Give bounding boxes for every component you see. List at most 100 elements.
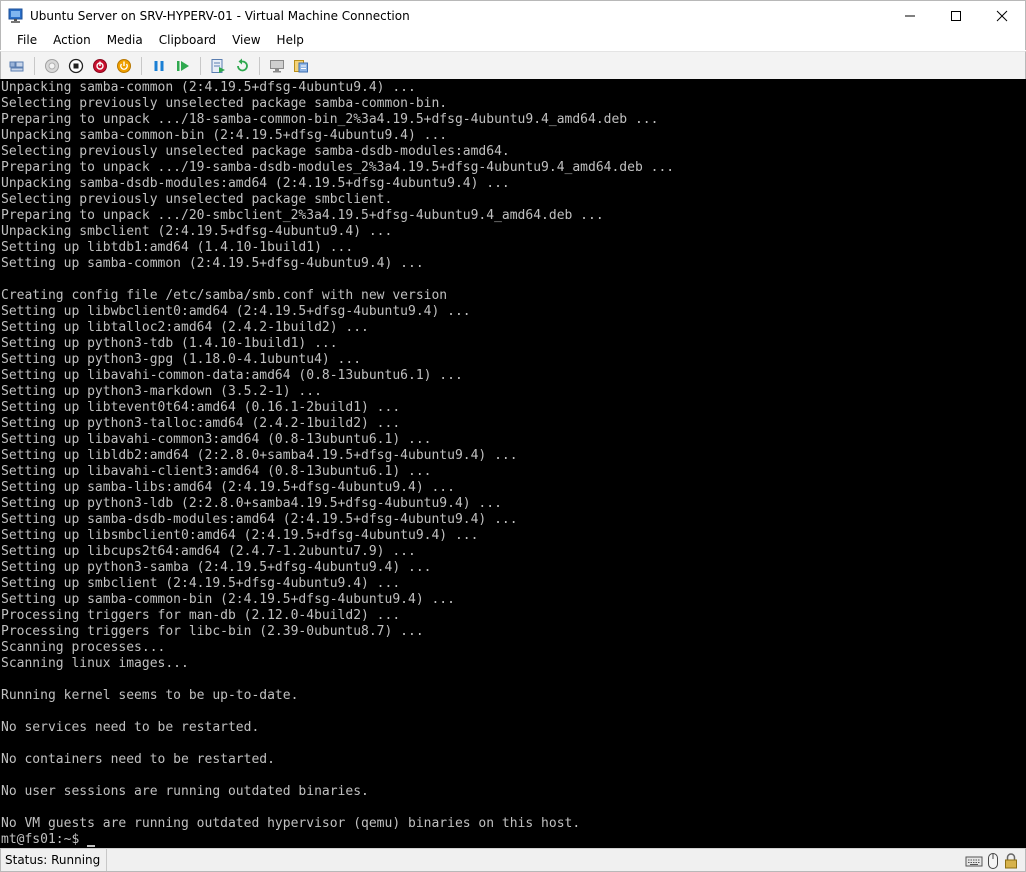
terminal-line: No VM guests are running outdated hyperv… <box>1 816 581 831</box>
terminal-line: Setting up python3-tdb (1.4.10-1build1) … <box>1 336 338 351</box>
enhanced-session-button[interactable] <box>267 56 287 76</box>
terminal-line: Preparing to unpack .../20-smbclient_2%3… <box>1 208 604 223</box>
menu-help[interactable]: Help <box>269 30 312 50</box>
terminal-line: Setting up smbclient (2:4.19.5+dfsg-4ubu… <box>1 576 401 591</box>
terminal-line: Unpacking samba-common (2:4.19.5+dfsg-4u… <box>1 80 416 95</box>
terminal-line: Selecting previously unselected package … <box>1 96 448 111</box>
menu-media[interactable]: Media <box>99 30 151 50</box>
shutdown-button[interactable] <box>90 56 110 76</box>
terminal-line: Scanning linux images... <box>1 656 189 671</box>
toolbar <box>0 51 1026 79</box>
mouse-icon <box>987 852 999 870</box>
checkpoint-button[interactable] <box>208 56 228 76</box>
text-cursor <box>87 845 96 847</box>
terminal-line: Setting up python3-samba (2:4.19.5+dfsg-… <box>1 560 432 575</box>
menu-action[interactable]: Action <box>45 30 99 50</box>
resume-icon <box>177 60 189 71</box>
terminal-line: Preparing to unpack .../18-samba-common-… <box>1 112 659 127</box>
turn-off-button[interactable] <box>66 56 86 76</box>
terminal-line: Setting up libavahi-common3:amd64 (0.8-1… <box>1 432 432 447</box>
terminal-line: No containers need to be restarted. <box>1 752 275 767</box>
minimize-button[interactable] <box>887 1 933 31</box>
revert-icon <box>237 58 248 71</box>
terminal-line: Setting up libtdb1:amd64 (1.4.10-1build1… <box>1 240 354 255</box>
terminal-line: Creating config file /etc/samba/smb.conf… <box>1 288 448 303</box>
terminal-line: Setting up libavahi-client3:amd64 (0.8-1… <box>1 464 432 479</box>
resume-button[interactable] <box>173 56 193 76</box>
terminal-line: Setting up libavahi-common-data:amd64 (0… <box>1 368 463 383</box>
minimize-icon <box>905 15 915 17</box>
enhanced-session-icon <box>270 59 284 72</box>
terminal-line: Setting up python3-ldb (2:2.8.0+samba4.1… <box>1 496 502 511</box>
close-icon <box>996 10 1008 22</box>
shutdown-icon <box>93 58 107 73</box>
window-controls <box>887 1 1025 31</box>
turn-off-icon <box>68 58 84 73</box>
ctrl-alt-del-icon <box>9 61 24 71</box>
terminal-line: Setting up python3-gpg (1.18.0-4.1ubuntu… <box>1 352 362 367</box>
terminal-line: No services need to be restarted. <box>1 720 260 735</box>
power-button[interactable] <box>114 56 134 76</box>
vm-connection-icon <box>8 8 24 24</box>
terminal-line: Setting up libldb2:amd64 (2:2.8.0+samba4… <box>1 448 518 463</box>
menu-clipboard[interactable]: Clipboard <box>151 30 224 50</box>
keyboard-icon <box>965 854 983 868</box>
pause-button[interactable] <box>149 56 169 76</box>
terminal-line: Processing triggers for man-db (2.12.0-4… <box>1 608 401 623</box>
window-title: Ubuntu Server on SRV-HYPERV-01 - Virtual… <box>30 8 410 23</box>
terminal-line: Setting up libwbclient0:amd64 (2:4.19.5+… <box>1 304 471 319</box>
terminal-line: Selecting previously unselected package … <box>1 144 510 159</box>
power-icon <box>117 58 131 73</box>
vm-console[interactable]: Unpacking samba-common (2:4.19.5+dfsg-4u… <box>0 79 1026 848</box>
terminal-line: Setting up libcups2t64:amd64 (2.4.7-1.2u… <box>1 544 416 559</box>
terminal-line: Setting up samba-libs:amd64 (2:4.19.5+df… <box>1 480 455 495</box>
terminal-line: Unpacking smbclient (2:4.19.5+dfsg-4ubun… <box>1 224 393 239</box>
terminal-line: Setting up python3-talloc:amd64 (2.4.2-1… <box>1 416 401 431</box>
menu-file[interactable]: File <box>9 30 45 50</box>
pause-icon <box>154 60 164 71</box>
share-icon <box>294 59 308 72</box>
checkpoint-icon <box>211 58 225 73</box>
status-text: Status: Running <box>1 849 108 871</box>
toolbar-separator <box>141 56 142 75</box>
terminal-line: Setting up samba-common-bin (2:4.19.5+df… <box>1 592 455 607</box>
start-button[interactable] <box>42 56 62 76</box>
maximize-icon <box>951 11 961 21</box>
terminal-line: Unpacking samba-dsdb-modules:amd64 (2:4.… <box>1 176 510 191</box>
status-bar: Status: Running <box>0 848 1026 872</box>
terminal-output: Unpacking samba-common (2:4.19.5+dfsg-4u… <box>1 80 1025 848</box>
shell-prompt: mt@fs01:~$ <box>1 832 88 847</box>
terminal-line: Setting up libtalloc2:amd64 (2.4.2-1buil… <box>1 320 369 335</box>
terminal-line: Setting up libtevent0t64:amd64 (0.16.1-2… <box>1 400 401 415</box>
terminal-line: Scanning processes... <box>1 640 166 655</box>
start-icon <box>45 58 59 73</box>
terminal-line: Selecting previously unselected package … <box>1 192 393 207</box>
close-button[interactable] <box>979 1 1025 31</box>
terminal-line: Unpacking samba-common-bin (2:4.19.5+dfs… <box>1 128 448 143</box>
maximize-button[interactable] <box>933 1 979 31</box>
terminal-line: Setting up python3-markdown (3.5.2-1) ..… <box>1 384 322 399</box>
share-button[interactable] <box>291 56 311 76</box>
ctrl-alt-del-button[interactable] <box>7 56 27 76</box>
terminal-line: Running kernel seems to be up-to-date. <box>1 688 299 703</box>
revert-button[interactable] <box>232 56 252 76</box>
terminal-line: Setting up samba-dsdb-modules:amd64 (2:4… <box>1 512 518 527</box>
terminal-line: No user sessions are running outdated bi… <box>1 784 369 799</box>
toolbar-separator <box>200 56 201 75</box>
lock-icon <box>1003 852 1019 870</box>
terminal-line: Processing triggers for libc-bin (2.39-0… <box>1 624 424 639</box>
terminal-line: Preparing to unpack .../19-samba-dsdb-mo… <box>1 160 675 175</box>
toolbar-separator <box>34 56 35 75</box>
toolbar-separator <box>259 56 260 75</box>
title-bar[interactable]: Ubuntu Server on SRV-HYPERV-01 - Virtual… <box>0 0 1026 30</box>
terminal-line: Setting up samba-common (2:4.19.5+dfsg-4… <box>1 256 424 271</box>
menu-view[interactable]: View <box>224 30 268 50</box>
terminal-prompt-line[interactable]: mt@fs01:~$ <box>1 832 1025 848</box>
menu-bar: File Action Media Clipboard View Help <box>0 30 1026 50</box>
